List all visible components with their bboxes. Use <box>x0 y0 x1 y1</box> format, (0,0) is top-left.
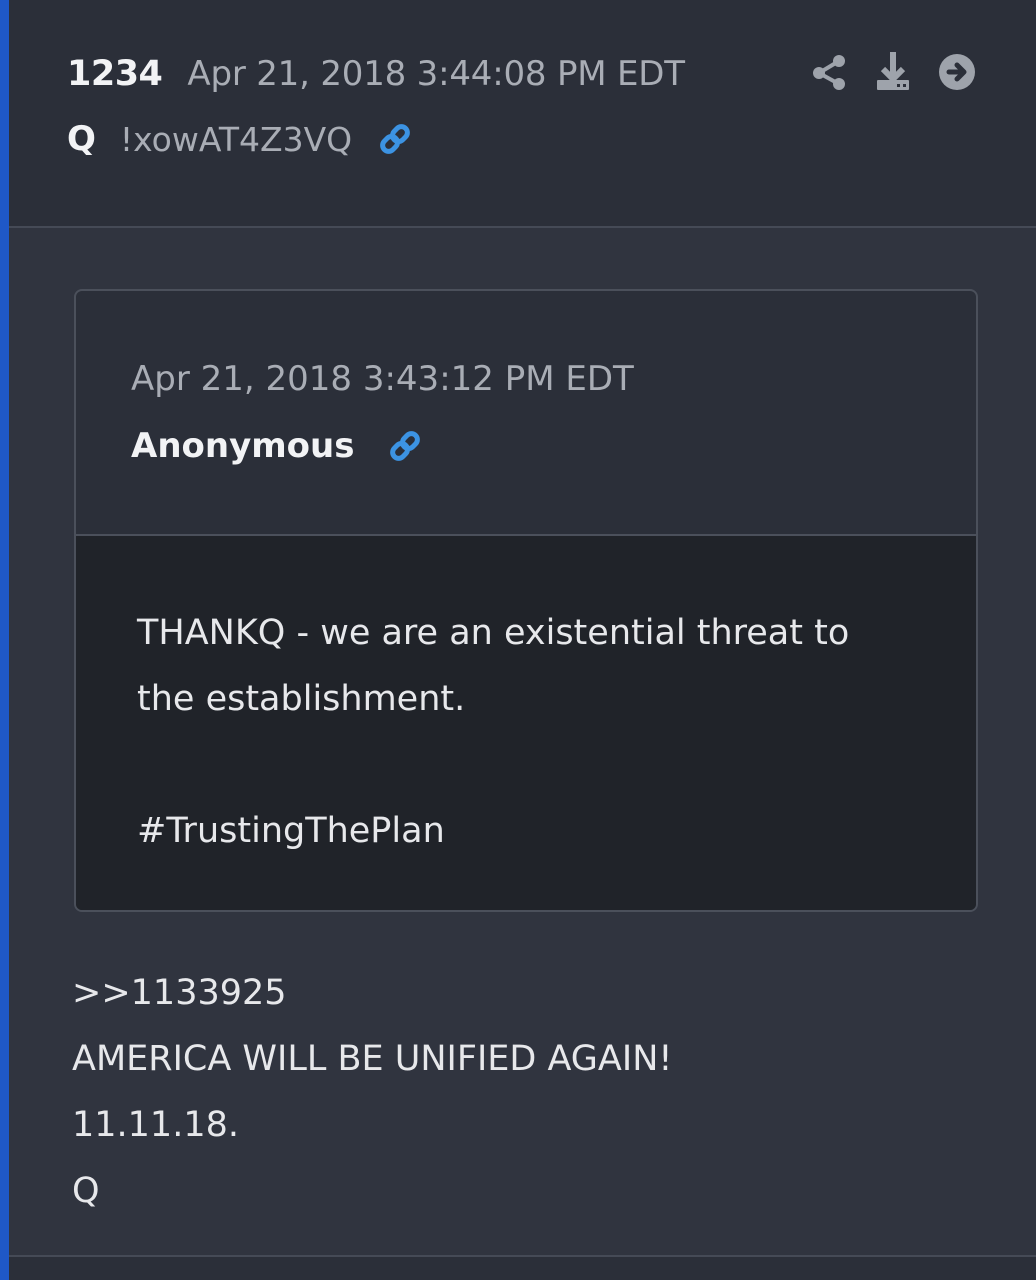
quoted-post-text: THANKQ - we are an existential threat to… <box>137 613 850 851</box>
post-author-row: Q !xowAT4Z3VQ <box>67 117 416 161</box>
post-number[interactable]: 1234 <box>67 54 163 94</box>
post-message: >>1133925 AMERICA WILL BE UNIFIED AGAIN!… <box>72 960 952 1224</box>
quoted-post-timestamp: Apr 21, 2018 3:43:12 PM EDT <box>131 359 634 399</box>
post-page: 1234 Apr 21, 2018 3:44:08 PM EDT Q !xowA… <box>0 0 1036 1280</box>
post-left-accent <box>0 0 9 1280</box>
link-icon[interactable] <box>374 118 416 160</box>
post-actions <box>808 50 978 94</box>
quoted-post-author: Anonymous <box>131 426 355 466</box>
message-line: 11.11.18. <box>72 1105 239 1145</box>
post-header: 1234 Apr 21, 2018 3:44:08 PM EDT Q !xowA… <box>9 0 1036 228</box>
download-icon[interactable] <box>872 51 914 93</box>
reply-reference-link[interactable]: >>1133925 <box>72 960 952 1026</box>
next-post-header-strip <box>9 1257 1036 1280</box>
post-timestamp: Apr 21, 2018 3:44:08 PM EDT <box>187 54 685 94</box>
quoted-post-body: THANKQ - we are an existential threat to… <box>76 536 976 910</box>
post-meta-row: 1234 Apr 21, 2018 3:44:08 PM EDT <box>67 52 685 96</box>
message-line: AMERICA WILL BE UNIFIED AGAIN! <box>72 1039 673 1079</box>
quoted-post-author-row: Anonymous <box>131 425 426 467</box>
arrow-right-circle-icon[interactable] <box>936 51 978 93</box>
quoted-post: Apr 21, 2018 3:43:12 PM EDT Anonymous TH… <box>74 289 978 912</box>
share-icon[interactable] <box>808 51 850 93</box>
quoted-post-header: Apr 21, 2018 3:43:12 PM EDT Anonymous <box>76 291 976 536</box>
message-signature: Q <box>72 1171 100 1211</box>
link-icon[interactable] <box>384 425 426 467</box>
post-tripcode: !xowAT4Z3VQ <box>119 119 353 159</box>
post-author: Q <box>67 119 96 159</box>
